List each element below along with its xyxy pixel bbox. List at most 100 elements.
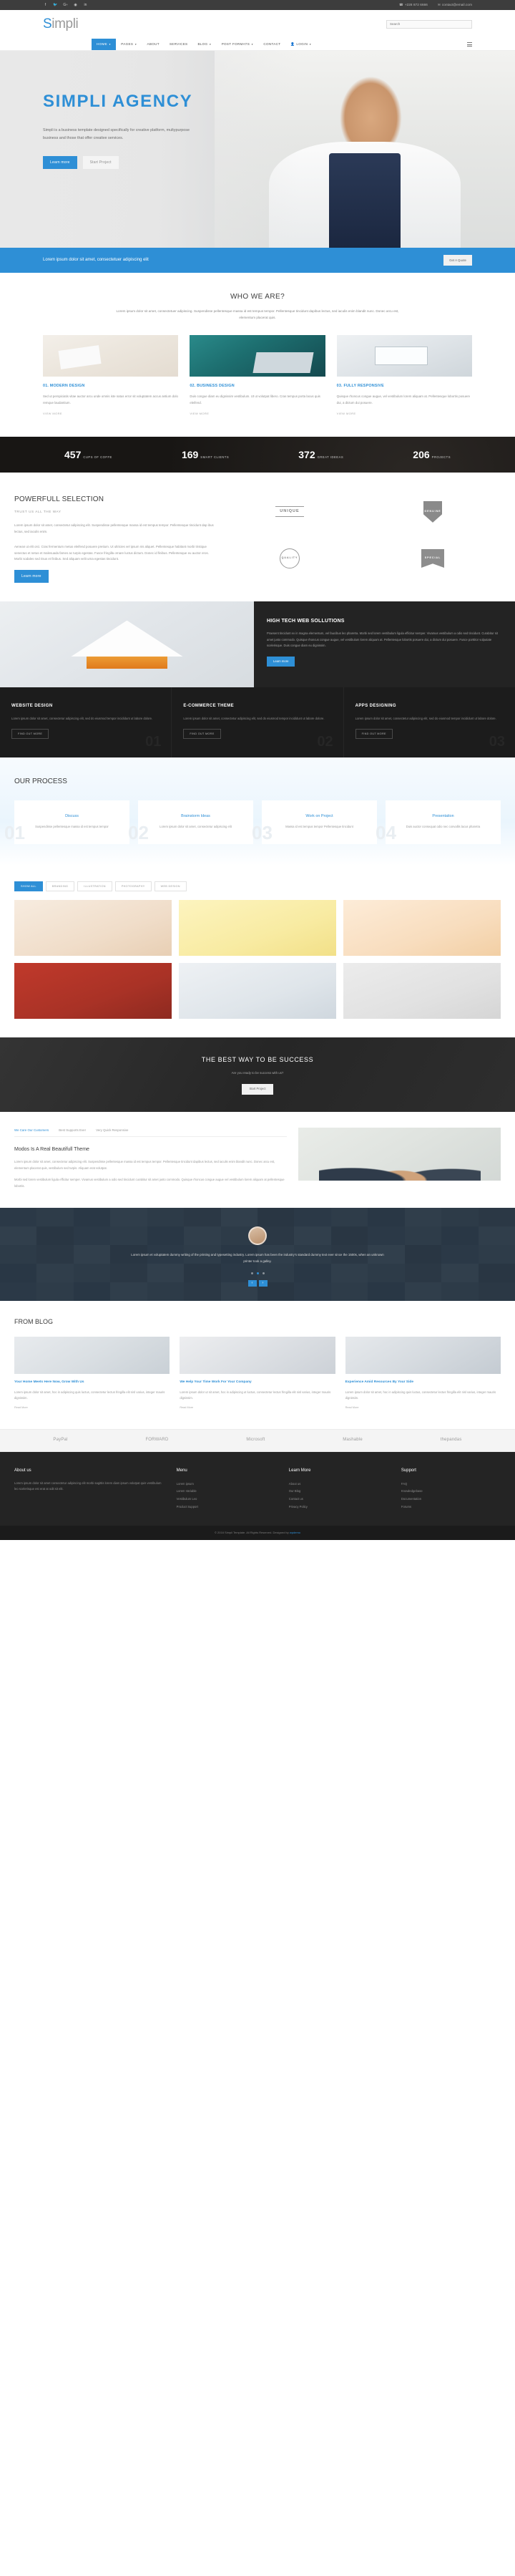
footer-link[interactable]: Vestibulum Leo: [177, 1496, 276, 1504]
read-more-link[interactable]: Read More: [345, 1405, 359, 1410]
blog-post-image[interactable]: [14, 1337, 170, 1375]
filter-web-design[interactable]: WEB DESIGN: [154, 881, 187, 891]
powerfull-learn-more-button[interactable]: Learn more: [14, 570, 49, 584]
portfolio-item-origami-elephant[interactable]: [14, 899, 172, 956]
start-project-button[interactable]: Start Project: [82, 155, 119, 169]
nav-label: BLOG: [197, 42, 208, 47]
high-tech-learn-more-button[interactable]: Learn more: [267, 656, 295, 667]
portfolio-filters: SHOW ALL BRANDING ILLUSTRATION PHOTOGRAP…: [0, 881, 515, 891]
facebook-icon[interactable]: f: [43, 3, 48, 8]
social-links: f 🐦 G + ◉ in: [43, 3, 88, 8]
feature-text: Sed ut perspiciatis vitae auctor arcu un…: [43, 394, 178, 405]
nav-item-home[interactable]: HOME ▼: [92, 39, 117, 50]
find-out-more-button[interactable]: FIND OUT MORE: [355, 729, 393, 740]
powerfull-paragraph-2: Aenean ut elit orci. Cras fermentum metu…: [14, 544, 209, 561]
filter-show-all[interactable]: SHOW ALL: [14, 881, 43, 891]
footer-link[interactable]: Lorem Variable: [177, 1488, 276, 1496]
badge-label: QUALITY: [280, 548, 300, 569]
learn-more-button[interactable]: Learn more: [43, 155, 77, 169]
find-out-more-button[interactable]: FIND OUT MORE: [183, 729, 221, 740]
service-number: 01: [145, 734, 162, 750]
filter-illustration[interactable]: ILLUSTRATION: [77, 881, 112, 891]
get-a-quote-button[interactable]: Get A Quote: [443, 254, 472, 266]
portfolio-item-navy-cap[interactable]: [343, 899, 501, 956]
nav-item-about[interactable]: ABOUT: [142, 39, 165, 49]
high-tech-text: Praesent tincidunt ex in magna elementum…: [267, 631, 498, 648]
process-step-brainstorm-ideas: 02 Brainstorm Ideas Lorem ipsum dolor si…: [128, 800, 253, 844]
tab-best-supports-ever[interactable]: Best Supports Ever: [59, 1128, 86, 1133]
footer-link[interactable]: Knowledgebase: [401, 1488, 501, 1496]
success-start-project-button[interactable]: Start Project: [242, 1084, 273, 1095]
read-more-link[interactable]: Read More: [14, 1405, 28, 1410]
view-more-link[interactable]: VIEW MORE: [43, 412, 62, 416]
main-navigation: HOME ▼ PAGES ▼ ABOUT SERVICES BLOG ▼ POST F…: [0, 39, 515, 51]
phone-icon: ☎: [399, 3, 403, 7]
tab-we-care-our-customers[interactable]: We Care Our Customers: [14, 1128, 49, 1133]
view-more-link[interactable]: VIEW MORE: [190, 412, 209, 416]
portfolio-item-red-notebook[interactable]: [14, 962, 172, 1019]
testimonial-dot[interactable]: [250, 1272, 253, 1274]
nav-item-blog[interactable]: BLOG ▼: [192, 39, 216, 49]
view-more-link[interactable]: VIEW MORE: [337, 412, 356, 416]
prev-arrow-icon[interactable]: ‹: [247, 1279, 257, 1287]
logo-bar: Simpli: [0, 10, 515, 39]
linkedin-icon[interactable]: in: [83, 3, 88, 8]
testimonial-text: Lorem ipsum et voluptatem dummy writing …: [131, 1253, 384, 1263]
blog-post-image[interactable]: [345, 1337, 501, 1375]
footer-link[interactable]: Privacy Policy: [289, 1504, 388, 1511]
nav-item-post-formats[interactable]: POST FORMATS ▼: [217, 39, 259, 49]
site-logo[interactable]: Simpli: [43, 14, 79, 35]
filter-branding[interactable]: BRANDING: [45, 881, 75, 891]
footer-link[interactable]: FAQ: [401, 1481, 501, 1488]
footer-link[interactable]: About us: [289, 1481, 388, 1488]
nav-item-contact[interactable]: CONTACT: [258, 39, 285, 49]
footer-link[interactable]: Our Blog: [289, 1488, 388, 1496]
footer-link[interactable]: Product Support: [177, 1504, 276, 1511]
chevron-down-icon: ▼: [251, 42, 254, 46]
portfolio-item-yellow-toy-car[interactable]: [179, 899, 336, 956]
unique-badge: UNIQUE: [222, 500, 358, 524]
about-tabs-section: We Care Our Customers Best Supports Ever…: [0, 1112, 515, 1208]
counters-section: 457 CUPS OF COFFE 169 SMART CLIENTS 372 GRE…: [0, 436, 515, 473]
twitter-icon[interactable]: 🐦: [53, 3, 58, 8]
search-input[interactable]: [390, 22, 469, 26]
testimonial-dot-active[interactable]: [256, 1272, 259, 1274]
blog-post-title[interactable]: Your Home Meets Here Now, Grow With Us: [14, 1380, 170, 1385]
testimonial-dot[interactable]: [262, 1272, 265, 1274]
blog-post-image[interactable]: [180, 1337, 335, 1375]
footer-link[interactable]: Forums: [401, 1504, 501, 1511]
portfolio-item-kraft-boxes[interactable]: [343, 962, 501, 1019]
process-step-text: Lorem ipsum dolor sit amet, consectetur …: [160, 824, 232, 828]
counter-item: 372 GREAT IDEEAS: [298, 447, 343, 463]
portfolio-item-blue-sneaker[interactable]: [179, 962, 336, 1019]
portfolio-grid: [0, 891, 515, 1019]
footer-link[interactable]: Documentation: [401, 1496, 501, 1504]
nav-item-pages[interactable]: PAGES ▼: [116, 39, 142, 49]
hero-buttons: Learn more Start Project: [43, 155, 472, 169]
hamburger-menu-icon[interactable]: [467, 42, 472, 47]
read-more-link[interactable]: Read More: [180, 1405, 193, 1410]
footer-link[interactable]: Lorem ipsum: [177, 1481, 276, 1488]
service-title: E-COMMERCE THEME: [183, 704, 235, 709]
feature-text: Duis congue diam eu dignissim vestibulum…: [190, 394, 320, 405]
footer-link[interactable]: Contact us: [289, 1496, 388, 1504]
blog-post-title[interactable]: Experience Amid Resources By Your Side: [345, 1380, 501, 1385]
services-section: WEBSITE DESIGN Lorem ipsum dolor sit ame…: [0, 687, 515, 758]
nav-item-login[interactable]: 👤 LOGIN ▼: [285, 39, 316, 49]
chevron-down-icon: ▼: [309, 42, 312, 46]
client-logo-paypal: PayPal: [53, 1438, 68, 1443]
search-box[interactable]: [386, 19, 472, 29]
find-out-more-button[interactable]: FIND OUT MORE: [11, 729, 49, 740]
next-arrow-icon[interactable]: ›: [258, 1279, 268, 1287]
high-tech-image: [0, 601, 254, 688]
googleplus-icon[interactable]: G +: [63, 3, 68, 8]
filter-photography[interactable]: PHOTOGRAPHY: [114, 881, 152, 891]
service-title: WEBSITE DESIGN: [11, 704, 53, 709]
designer-link[interactable]: wpdemo: [290, 1531, 300, 1534]
nav-item-services[interactable]: SERVICES: [165, 39, 193, 49]
footer-column-title: Menu: [176, 1468, 187, 1473]
blog-post-title[interactable]: We Help Your Time Work For Your Company: [180, 1380, 335, 1385]
counter-value: 169: [181, 448, 199, 460]
dribbble-icon[interactable]: ◉: [73, 3, 78, 8]
tab-very-quick-responsive[interactable]: Very Quick Responsive: [96, 1128, 128, 1133]
